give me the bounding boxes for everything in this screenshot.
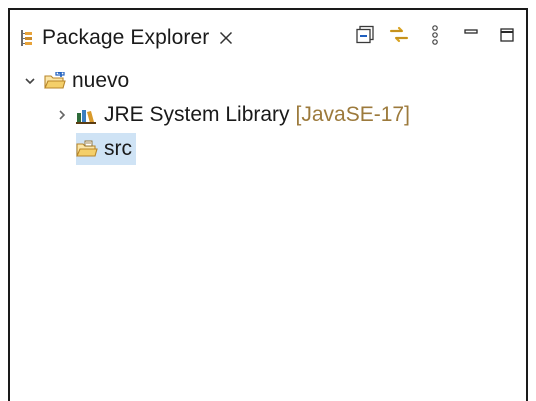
jre-version-decoration: [JavaSE-17]	[295, 103, 410, 126]
tree-item-src[interactable]: src	[10, 132, 526, 166]
package-explorer-icon	[20, 29, 34, 47]
java-project-folder-icon	[44, 71, 66, 91]
chevron-right-icon[interactable]	[54, 107, 70, 123]
chevron-down-icon[interactable]	[22, 73, 38, 89]
tree-item-label: nuevo	[72, 69, 130, 92]
tree-item-jre-library[interactable]: JRE System Library [JavaSE-17]	[10, 98, 526, 132]
selection-highlight[interactable]: src	[76, 133, 136, 165]
view-menu-icon[interactable]	[424, 24, 446, 46]
minimize-icon[interactable]	[460, 24, 482, 46]
package-explorer-view: Package Explorer nuevo JRE System Librar…	[8, 8, 528, 401]
link-with-editor-icon[interactable]	[388, 24, 410, 46]
project-tree: nuevo JRE System Library [JavaSE-17] src	[10, 60, 526, 166]
maximize-icon[interactable]	[496, 24, 518, 46]
close-icon[interactable]	[219, 31, 233, 45]
tree-item-label: JRE System Library	[104, 103, 290, 126]
tree-item-label: src	[104, 137, 132, 160]
source-folder-icon	[76, 139, 98, 159]
collapse-all-icon[interactable]	[354, 24, 376, 46]
view-toolbar	[342, 22, 518, 48]
tree-item-project[interactable]: nuevo	[10, 64, 526, 98]
view-title: Package Explorer	[42, 26, 210, 49]
package-explorer-tab[interactable]: Package Explorer	[20, 24, 233, 52]
library-icon	[76, 105, 98, 125]
view-header: Package Explorer	[10, 10, 526, 60]
